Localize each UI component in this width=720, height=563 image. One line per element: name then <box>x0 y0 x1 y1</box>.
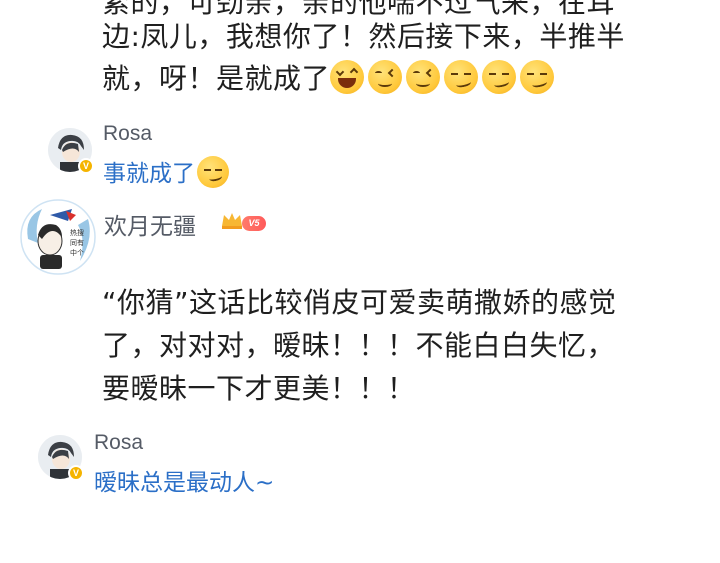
comment-text-line-2: 了，对对对，暧昧！！！不能白白失忆， <box>102 329 616 362</box>
avatar[interactable]: V <box>38 435 84 481</box>
svg-text:中个: 中个 <box>70 248 84 257</box>
smirk-emoji-icon <box>444 60 479 94</box>
top-comment-line-3: 就，呀！是就成了 <box>102 58 702 100</box>
reply-text: 暧昧总是最动人~ <box>94 470 275 496</box>
svg-text:热搜: 热搜 <box>70 228 84 237</box>
top-comment-line-3-text: 就，呀！是就成了 <box>102 62 331 95</box>
reply-text: 事就成了 <box>103 154 233 188</box>
verified-badge-icon: V <box>78 158 94 174</box>
smirk-emoji-icon <box>197 156 229 188</box>
reply-username[interactable]: Rosa <box>103 122 152 146</box>
avatar-image: 热搜 同有 中个 <box>20 199 96 275</box>
avatar[interactable]: V <box>48 128 94 174</box>
smirk-emoji-icon <box>482 60 517 94</box>
vip-level-badge: V5 <box>242 216 266 231</box>
avatar[interactable]: 热搜 同有 中个 <box>20 199 96 275</box>
reply-username[interactable]: Rosa <box>94 431 143 455</box>
verified-badge-icon: V <box>68 465 84 481</box>
comment-text: “你猜”这话比较俏皮可爱卖萌撒娇的感觉 了，对对对，暧昧！！！不能白白失忆， 要… <box>102 281 702 410</box>
top-comment-line-1: 紧的，可劲亲，亲的他喘不过气来，在耳 <box>102 0 702 16</box>
top-comment-line-2: 边:凤儿，我想你了！然后接下来，半推半 <box>102 20 625 53</box>
top-comment-body: 紧的，可劲亲，亲的他喘不过气来，在耳 边:凤儿，我想你了！然后接下来，半推半 就… <box>102 0 702 100</box>
laugh-emoji-icon <box>330 60 365 94</box>
wink-emoji-icon <box>368 60 403 94</box>
reply-text-content: 事就成了 <box>103 161 195 187</box>
crown-icon <box>222 213 242 229</box>
comment-username[interactable]: 欢月无疆 <box>104 207 196 241</box>
comment-text-line-3: 要暧昧一下才更美！！！ <box>102 372 416 405</box>
svg-text:同有: 同有 <box>70 238 84 247</box>
comment-text-line-1: “你猜”这话比较俏皮可爱卖萌撒娇的感觉 <box>102 286 617 319</box>
smirk-emoji-icon <box>520 60 555 94</box>
wink-emoji-icon <box>406 60 441 94</box>
